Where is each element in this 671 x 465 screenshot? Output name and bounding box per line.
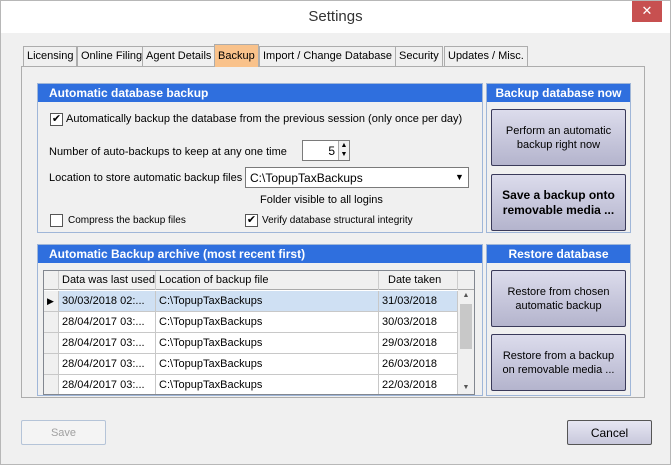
cell-date-taken: 26/03/2018 xyxy=(379,354,458,375)
verify-integrity-label: Verify database structural integrity xyxy=(262,215,413,226)
table-row[interactable]: 28/04/2017 03:... C:\TopupTaxBackups 29/… xyxy=(44,333,458,354)
auto-backup-label: Automatically backup the database from t… xyxy=(66,113,463,125)
restore-removable-label: Restore from a backup on removable media… xyxy=(502,349,615,376)
table-row[interactable]: 28/04/2017 03:... C:\TopupTaxBackups 26/… xyxy=(44,354,458,375)
table-row[interactable]: 28/04/2017 03:... C:\TopupTaxBackups 22/… xyxy=(44,375,458,394)
backup-location-label: Location to store automatic backup files xyxy=(49,172,243,184)
row-selector-header xyxy=(44,271,59,290)
table-row[interactable]: ▶ 30/03/2018 02:... C:\TopupTaxBackups 3… xyxy=(44,291,458,312)
restore-header: Restore database xyxy=(487,245,630,263)
cell-last-used: 28/04/2017 03:... xyxy=(59,312,156,333)
save-button[interactable]: Save xyxy=(21,420,106,445)
stepper-buttons: ▲ ▼ xyxy=(338,141,349,160)
table-scrollbar[interactable]: ▲ ▼ xyxy=(458,290,474,394)
title-bar: Settings ✕ xyxy=(1,1,670,33)
cell-last-used: 30/03/2018 02:... xyxy=(59,291,156,312)
cancel-label: Cancel xyxy=(590,425,629,440)
restore-chosen-button[interactable]: Restore from chosen automatic backup xyxy=(491,270,626,327)
save-removable-backup-label: Save a backup onto removable media ... xyxy=(502,187,615,217)
cell-last-used: 28/04/2017 03:... xyxy=(59,375,156,394)
row-selector xyxy=(44,312,59,333)
cell-location: C:\TopupTaxBackups xyxy=(156,333,379,354)
perform-backup-label: Perform an automatic backup right now xyxy=(505,124,612,151)
backup-tab-panel: Automatic database backup ✔ Automaticall… xyxy=(21,66,645,398)
row-selector xyxy=(44,333,59,354)
backup-archive-table: Data was last used Location of backup fi… xyxy=(43,270,475,395)
column-header-location[interactable]: Location of backup file xyxy=(156,271,379,290)
cell-location: C:\TopupTaxBackups xyxy=(156,312,379,333)
checkmark-icon: ✔ xyxy=(246,214,257,226)
row-selector xyxy=(44,375,59,394)
table-header: Data was last used Location of backup fi… xyxy=(44,271,474,290)
row-selector xyxy=(44,354,59,375)
scroll-down-icon[interactable]: ▼ xyxy=(458,382,474,394)
compress-label: Compress the backup files xyxy=(68,215,186,226)
restore-group: Restore database Restore from chosen aut… xyxy=(486,244,631,396)
cell-location: C:\TopupTaxBackups xyxy=(156,291,379,312)
stepper-up-icon[interactable]: ▲ xyxy=(339,141,349,150)
cell-last-used: 28/04/2017 03:... xyxy=(59,354,156,375)
column-header-date-taken[interactable]: Date taken xyxy=(379,271,458,290)
compress-checkbox[interactable] xyxy=(50,214,63,227)
current-row-icon: ▶ xyxy=(44,291,59,312)
scroll-thumb[interactable] xyxy=(460,304,472,349)
tab-import-change-database[interactable]: Import / Change Database xyxy=(259,46,397,66)
cell-location: C:\TopupTaxBackups xyxy=(156,354,379,375)
scroll-up-icon[interactable]: ▲ xyxy=(458,290,474,302)
dropdown-arrow-icon: ▼ xyxy=(451,168,468,187)
save-label: Save xyxy=(50,426,77,439)
folder-note: Folder visible to all logins xyxy=(260,194,383,206)
cell-date-taken: 22/03/2018 xyxy=(379,375,458,394)
cell-date-taken: 30/03/2018 xyxy=(379,312,458,333)
perform-backup-button[interactable]: Perform an automatic backup right now xyxy=(491,109,626,166)
backup-location-value: C:\TopupTaxBackups xyxy=(250,171,363,185)
cell-date-taken: 31/03/2018 xyxy=(379,291,458,312)
auto-backup-checkbox[interactable]: ✔ xyxy=(50,113,63,126)
column-header-last-used[interactable]: Data was last used xyxy=(59,271,156,290)
backup-count-stepper[interactable]: 5 ▲ ▼ xyxy=(302,140,350,161)
table-row[interactable]: 28/04/2017 03:... C:\TopupTaxBackups 30/… xyxy=(44,312,458,333)
stepper-down-icon[interactable]: ▼ xyxy=(339,150,349,159)
tab-backup[interactable]: Backup xyxy=(214,44,259,67)
backup-archive-header: Automatic Backup archive (most recent fi… xyxy=(38,245,482,263)
window-title: Settings xyxy=(308,8,363,25)
cell-date-taken: 29/03/2018 xyxy=(379,333,458,354)
tab-licensing[interactable]: Licensing xyxy=(23,46,78,66)
restore-removable-button[interactable]: Restore from a backup on removable media… xyxy=(491,334,626,391)
close-icon: ✕ xyxy=(641,3,653,18)
backup-now-group: Backup database now Perform an automatic… xyxy=(486,83,631,233)
close-button[interactable]: ✕ xyxy=(632,1,662,22)
tab-security[interactable]: Security xyxy=(395,46,443,66)
backup-count-label: Number of auto-backups to keep at any on… xyxy=(49,146,287,158)
tab-online-filing[interactable]: Online Filing xyxy=(77,46,147,66)
cancel-button[interactable]: Cancel xyxy=(567,420,652,445)
verify-integrity-checkbox[interactable]: ✔ xyxy=(245,214,258,227)
tab-updates-misc[interactable]: Updates / Misc. xyxy=(444,46,528,66)
automatic-backup-group: Automatic database backup ✔ Automaticall… xyxy=(37,83,483,233)
checkmark-icon: ✔ xyxy=(51,113,62,125)
backup-location-select[interactable]: C:\TopupTaxBackups ▼ xyxy=(245,167,469,188)
cell-location: C:\TopupTaxBackups xyxy=(156,375,379,394)
tab-agent-details[interactable]: Agent Details xyxy=(142,46,216,66)
backup-archive-group: Automatic Backup archive (most recent fi… xyxy=(37,244,483,396)
backup-count-value: 5 xyxy=(328,144,335,158)
settings-window: Settings ✕ Licensing Online Filing Agent… xyxy=(0,0,671,465)
backup-now-header: Backup database now xyxy=(487,84,630,102)
cell-last-used: 28/04/2017 03:... xyxy=(59,333,156,354)
automatic-backup-header: Automatic database backup xyxy=(38,84,482,102)
restore-chosen-label: Restore from chosen automatic backup xyxy=(507,285,610,312)
save-removable-backup-button[interactable]: Save a backup onto removable media ... xyxy=(491,174,626,231)
